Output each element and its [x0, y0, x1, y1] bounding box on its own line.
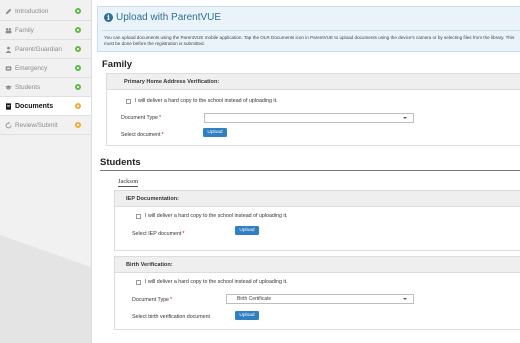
birth-verification-card: Birth Verification: I will deliver a har…: [114, 256, 520, 330]
select-birth-label: Select birth verification document: [132, 314, 210, 320]
person-icon: [4, 45, 12, 53]
hardcopy-checkbox[interactable]: [126, 98, 131, 104]
info-panel-title: i Upload with ParentVUE: [104, 12, 221, 23]
sidebar-item-review-submit[interactable]: Review/Submit: [0, 116, 91, 135]
divider: [102, 30, 520, 31]
sidebar-item-students[interactable]: Students: [0, 78, 91, 97]
complete-status-icon: [75, 8, 81, 14]
hardcopy-option[interactable]: I will deliver a hard copy to the school…: [126, 98, 278, 104]
document-type-value: Birth Certificate: [237, 296, 272, 302]
card-header: Birth Verification:: [115, 257, 520, 273]
incomplete-status-icon: [75, 103, 81, 109]
info-icon: i: [104, 13, 113, 22]
sidebar-item-emergency[interactable]: Emergency: [0, 59, 91, 78]
sidebar-item-label: Parent/Guardian: [15, 45, 62, 53]
sidebar-item-label: Emergency: [15, 64, 48, 72]
complete-status-icon: [75, 27, 81, 33]
required-marker: *: [159, 115, 162, 121]
sidebar-item-label: Students: [15, 83, 41, 91]
main-content: i Upload with ParentVUE You can upload d…: [93, 0, 520, 343]
info-panel-text: You can upload documents using the Paren…: [104, 35, 515, 47]
hardcopy-option[interactable]: I will deliver a hard copy to the school…: [136, 279, 288, 285]
required-marker: *: [182, 231, 185, 237]
chevron-down-icon: [403, 298, 407, 300]
upload-button[interactable]: Upload: [203, 128, 227, 137]
required-marker: *: [170, 297, 173, 303]
document-type-text: Document Type: [132, 297, 170, 303]
complete-status-icon: [75, 65, 81, 71]
hardcopy-label: I will deliver a hard copy to the school…: [145, 213, 288, 219]
document-icon: [4, 102, 12, 110]
address-verification-card: Primary Home Address Verification: I wil…: [106, 73, 520, 146]
sidebar-item-label: Family: [15, 26, 34, 34]
hardcopy-label: I will deliver a hard copy to the school…: [145, 279, 288, 285]
sidebar-item-label: Documents: [15, 102, 54, 110]
sidebar-item-documents[interactable]: Documents: [0, 97, 91, 116]
family-section-title: Family: [102, 59, 133, 70]
students-section-title: Students: [100, 157, 141, 168]
upload-info-panel: i Upload with ParentVUE You can upload d…: [97, 6, 520, 52]
divider: [100, 170, 520, 171]
graduation-cap-icon: [4, 83, 12, 91]
card-header: IEP Documentation:: [115, 191, 520, 207]
upload-iep-button[interactable]: Upload: [235, 226, 259, 235]
complete-status-icon: [75, 84, 81, 90]
student-name: Jackson: [118, 178, 139, 187]
card-header: Primary Home Address Verification:: [107, 74, 520, 90]
document-type-select[interactable]: [204, 113, 414, 123]
sidebar-item-family[interactable]: Family: [0, 21, 91, 40]
hardcopy-checkbox[interactable]: [136, 213, 141, 219]
family-icon: [4, 26, 12, 34]
info-title-text: Upload with ParentVUE: [116, 12, 222, 23]
pencil-icon: [4, 7, 12, 15]
sidebar-item-parent-guardian[interactable]: Parent/Guardian: [0, 40, 91, 59]
select-document-label: Select document *: [121, 132, 164, 138]
iep-documentation-card: IEP Documentation: I will deliver a hard…: [114, 190, 520, 251]
sidebar-decoration: [0, 235, 91, 343]
select-iep-label: Select IEP document *: [132, 231, 184, 237]
hardcopy-option[interactable]: I will deliver a hard copy to the school…: [136, 213, 288, 219]
hardcopy-checkbox[interactable]: [136, 279, 141, 285]
complete-status-icon: [75, 46, 81, 52]
required-marker: *: [161, 132, 164, 138]
refresh-icon: [4, 121, 12, 129]
select-document-text: Select document: [121, 132, 161, 138]
hardcopy-label: I will deliver a hard copy to the school…: [135, 98, 278, 104]
phone-book-icon: [4, 64, 12, 72]
incomplete-status-icon: [75, 122, 81, 128]
document-type-text: Document Type: [121, 115, 159, 121]
document-type-label: Document Type *: [132, 297, 172, 303]
chevron-down-icon: [403, 117, 407, 119]
sidebar-item-introduction[interactable]: Introduction: [0, 2, 91, 21]
sidebar: Introduction Family Parent/Guardian Emer…: [0, 0, 92, 343]
birth-document-type-select[interactable]: Birth Certificate: [226, 294, 414, 304]
sidebar-item-label: Review/Submit: [15, 121, 58, 129]
sidebar-item-label: Introduction: [15, 7, 49, 15]
document-type-label: Document Type *: [121, 115, 161, 121]
select-birth-text: Select birth verification document: [132, 314, 211, 320]
select-iep-text: Select IEP document: [132, 231, 182, 237]
upload-birth-button[interactable]: Upload: [235, 311, 259, 320]
